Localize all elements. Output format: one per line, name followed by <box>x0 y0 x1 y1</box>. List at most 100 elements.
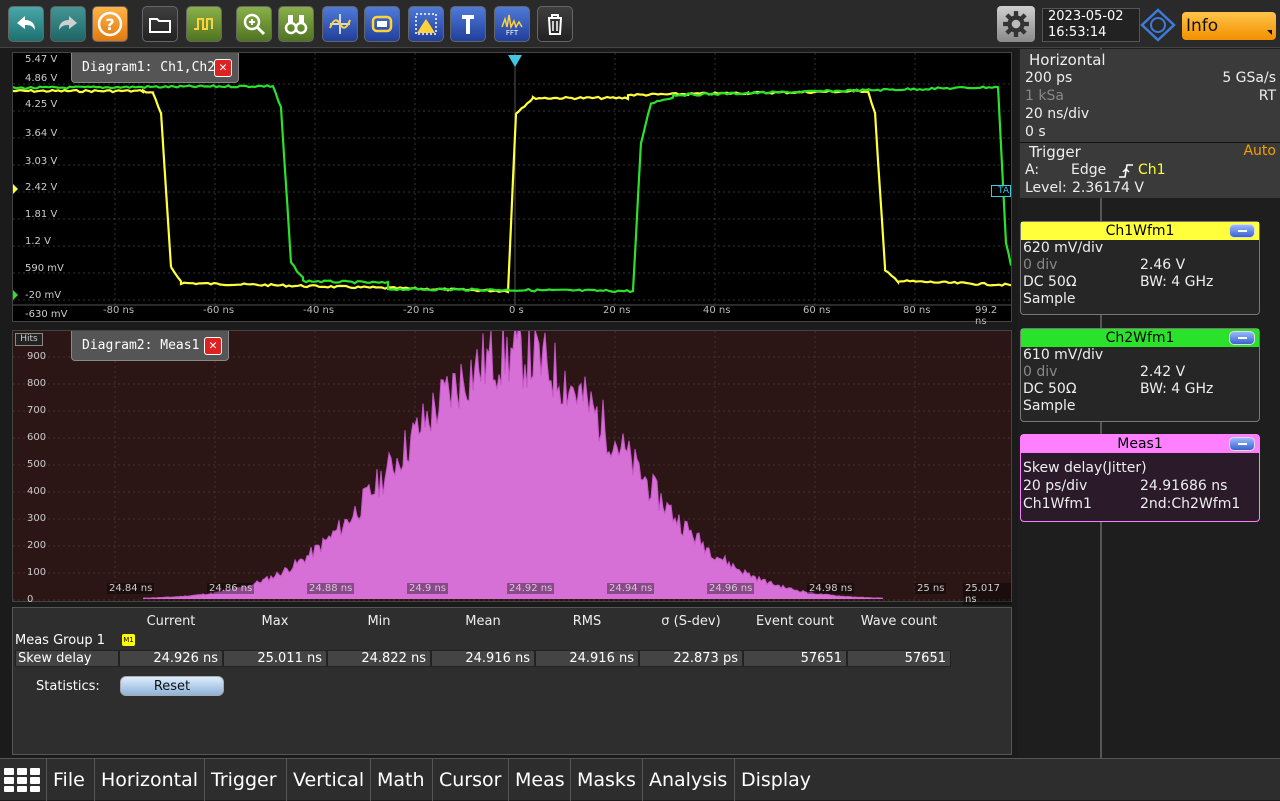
ch1-position: 2.46 V <box>1140 257 1186 273</box>
diagram1-y-tick-label: -20 mV <box>25 290 62 301</box>
diagram2-x-tick-label: 24.86 ns <box>207 583 255 594</box>
diagram2-histogram[interactable]: Hits Diagram2: Meas1 ✕ 900 800 700 600 500 40… <box>12 330 1012 605</box>
diagram1-x-tick-label: 40 ns <box>703 305 731 316</box>
diagram2-x-tick-label: 24.92 ns <box>507 583 555 594</box>
diagram1-waveform[interactable]: Diagram1: Ch1,Ch2 ✕ 5.47 V 4.86 V 4.25 V 3.… <box>12 52 1012 327</box>
measure-tool-button[interactable] <box>450 6 486 42</box>
diagram1-y-tick-label: 5.47 V <box>25 54 58 65</box>
diagram2-y-tick-label: 900 <box>27 351 47 362</box>
skew-delay-row-label[interactable]: Skew delay <box>15 650 119 667</box>
redo-button[interactable] <box>50 6 86 42</box>
trigger-position-marker[interactable] <box>508 55 522 67</box>
zoom-button[interactable] <box>236 6 272 42</box>
meas-group-label: Meas Group 1 <box>15 633 106 648</box>
rs-logo-icon <box>1140 8 1176 42</box>
diagram1-y-tick-label: -630 mV <box>25 309 68 320</box>
diagram2-y-tick-label: 400 <box>27 486 47 497</box>
menu-item-meas[interactable]: Meas <box>508 759 565 801</box>
menu-item-masks[interactable]: Masks <box>570 759 636 801</box>
menu-item-display[interactable]: Display <box>734 759 811 801</box>
ch2-channel-card[interactable]: Ch2Wfm1 610 mV/div 0 div 2.42 V DC 50Ω B… <box>1020 328 1260 422</box>
ch2-minimize-button[interactable] <box>1229 331 1255 345</box>
diagram1-title: Diagram1: Ch1,Ch2 <box>82 60 216 75</box>
diagram1-x-tick-label: -80 ns <box>103 305 135 316</box>
help-button[interactable]: ? <box>92 6 128 42</box>
diagram2-y-tick-label: 600 <box>27 432 47 443</box>
cursor-tool-button[interactable] <box>322 6 358 42</box>
menu-item-math[interactable]: Math <box>370 759 425 801</box>
menu-item-cursor[interactable]: Cursor <box>432 759 501 801</box>
menu-item-horizontal[interactable]: Horizontal <box>94 759 198 801</box>
diagram2-x-tick-label: 24.9 ns <box>407 583 448 594</box>
reset-statistics-button[interactable]: Reset <box>120 676 224 696</box>
undo-button[interactable] <box>8 6 44 42</box>
ch2-card-title: Ch2Wfm1 <box>1105 330 1175 346</box>
histogram-tool-button[interactable] <box>408 6 444 42</box>
ch2-offset-marker[interactable] <box>13 290 18 300</box>
trigger-level-marker[interactable]: TA <box>991 185 1011 197</box>
fft-button[interactable]: FFT <box>494 6 530 42</box>
meas1-scale: 20 ps/div <box>1023 478 1088 494</box>
meas-table-cell: 57651 <box>847 650 951 667</box>
meas1-card-header: Meas1 <box>1021 435 1259 453</box>
mask-icon <box>371 15 393 33</box>
meas1-card-title: Meas1 <box>1117 436 1163 452</box>
horizontal-record-length: 1 kSa <box>1025 88 1064 104</box>
diagram1-plot[interactable] <box>13 53 1011 321</box>
horizontal-settings-panel[interactable]: Horizontal 200 ps 5 GSa/s 1 kSa RT 20 ns… <box>1020 49 1280 143</box>
ch1-offset-marker[interactable] <box>13 184 18 194</box>
search-button[interactable] <box>278 6 314 42</box>
meas-group-badge-text: M1 <box>123 636 134 644</box>
trigger-source: Ch1 <box>1138 162 1166 178</box>
ch2-card-header: Ch2Wfm1 <box>1021 329 1259 347</box>
diagram2-y-tick-label: 100 <box>27 567 47 578</box>
menu-item-file[interactable]: File <box>46 759 85 801</box>
ch1-channel-card[interactable]: Ch1Wfm1 620 mV/div 0 div 2.46 V DC 50Ω B… <box>1020 221 1260 315</box>
diagram1-y-tick-label: 590 mV <box>25 263 64 274</box>
diagram1-close-button[interactable]: ✕ <box>214 59 232 77</box>
info-button[interactable]: Info <box>1182 12 1276 40</box>
diagram2-title: Diagram2: Meas1 <box>82 338 200 353</box>
open-file-button[interactable] <box>142 6 178 42</box>
diagram1-y-tick-label: 4.25 V <box>25 99 58 110</box>
meas-table-cell: 24.926 ns <box>119 650 223 667</box>
menu-item-analysis[interactable]: Analysis <box>642 759 727 801</box>
date-time-display: 2023-05-02 16:53:14 <box>1042 8 1140 42</box>
diagram2-x-tick-label: 24.88 ns <box>307 583 355 594</box>
diagram1-x-tick-label: 80 ns <box>903 305 931 316</box>
meas-group-badge: M1 <box>122 634 135 646</box>
diagram2-plot[interactable] <box>13 331 1011 601</box>
ch1-bandwidth: BW: 4 GHz <box>1140 274 1214 290</box>
meas1-card[interactable]: Meas1 Skew delay(Jitter) 20 ps/div 24.91… <box>1020 434 1260 522</box>
settings-button[interactable] <box>997 6 1035 42</box>
trigger-title: Trigger <box>1029 143 1081 161</box>
trash-icon <box>548 14 562 35</box>
ch1-card-header: Ch1Wfm1 <box>1021 222 1259 240</box>
menu-item-vertical[interactable]: Vertical <box>286 759 364 801</box>
diagram2-x-tick-label: 25 ns <box>915 583 947 594</box>
statistics-label: Statistics: <box>36 679 100 694</box>
diagram1-tab[interactable]: Diagram1: Ch1,Ch2 ✕ <box>71 53 239 83</box>
diagram2-close-button[interactable]: ✕ <box>204 337 222 355</box>
fft-icon: FFT <box>501 14 523 37</box>
trigger-type: Edge <box>1071 162 1107 178</box>
meas-table-header: Max <box>261 614 289 629</box>
ch2-scale: 610 mV/div <box>1023 347 1104 363</box>
trigger-settings-panel[interactable]: Trigger Auto A: Edge Ch1 Level: 2.36174 … <box>1020 142 1280 198</box>
meas-table-header: Current <box>146 614 196 629</box>
mask-tool-button[interactable] <box>364 6 400 42</box>
delete-button[interactable] <box>537 6 573 42</box>
zoom-icon <box>243 13 266 36</box>
undo-icon <box>17 16 35 30</box>
autoset-button[interactable] <box>186 6 222 42</box>
ch2-position: 2.42 V <box>1140 364 1186 380</box>
ch2-bandwidth: BW: 4 GHz <box>1140 381 1214 397</box>
diagram2-tab[interactable]: Diagram2: Meas1 ✕ <box>71 331 229 361</box>
apps-grid-icon[interactable] <box>3 767 41 793</box>
ch1-minimize-button[interactable] <box>1229 224 1255 238</box>
menu-item-trigger[interactable]: Trigger <box>204 759 277 801</box>
diagram2-y-tick-label: 500 <box>27 459 47 470</box>
meas1-minimize-button[interactable] <box>1229 437 1255 451</box>
meas-table-cell: 24.916 ns <box>535 650 639 667</box>
ch1-coupling: DC 50Ω <box>1023 274 1077 290</box>
